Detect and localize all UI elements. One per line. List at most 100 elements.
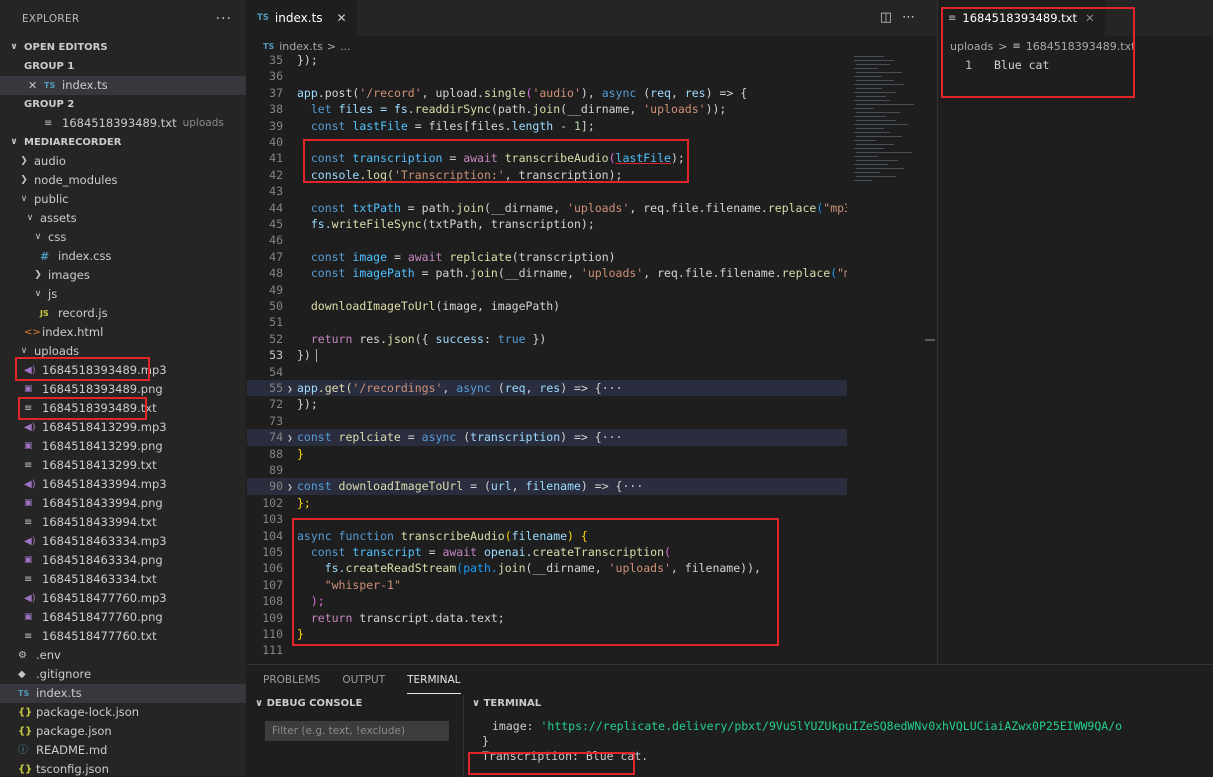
chevron-down-icon: ∨ <box>10 42 18 52</box>
text-file-icon: ≡ <box>24 574 33 585</box>
text-file-icon: ≡ <box>24 517 33 528</box>
split-editor-icon[interactable]: ◫ <box>880 10 902 25</box>
typescript-icon: TS <box>18 689 30 698</box>
folder-images[interactable]: ❯ images <box>0 266 246 285</box>
chevron-down-icon: ∨ <box>34 289 42 299</box>
file-index-ts[interactable]: TS index.ts <box>0 684 246 703</box>
html-file-icon: <> <box>24 327 41 338</box>
file-txt[interactable]: ≡ 1684518477760.txt <box>0 627 246 646</box>
folder-audio[interactable]: ❯ audio <box>0 152 246 171</box>
close-icon[interactable]: ✕ <box>337 11 347 25</box>
terminal-line: image: 'https://replicate.delivery/pbxt/… <box>492 719 1123 733</box>
group-1[interactable]: GROUP 1 <box>0 57 246 76</box>
tab-terminal[interactable]: TERMINAL <box>407 667 461 694</box>
file-mp3[interactable]: ◀) 1684518463334.mp3 <box>0 532 246 551</box>
folder-node-modules[interactable]: ❯ node_modules <box>0 171 246 190</box>
folder-assets[interactable]: ∨ assets <box>0 209 246 228</box>
file-txt[interactable]: ≡ 1684518433994.txt <box>0 513 246 532</box>
folder-css[interactable]: ∨ css <box>0 228 246 247</box>
debug-filter-input[interactable]: Filter (e.g. text, !exclude) <box>265 721 449 741</box>
code-line: 50 downloadImageToUrl(image, imagePath) <box>269 299 561 313</box>
terminal[interactable]: ∨ TERMINAL image: 'https://replicate.del… <box>463 695 1213 777</box>
tab-index-ts[interactable]: TS index.ts ✕ <box>247 0 357 36</box>
typescript-icon: TS <box>257 13 269 23</box>
image-file-icon: ▣ <box>24 612 33 622</box>
code-line-folded[interactable]: 55 ❯ app.get('/recordings', async (req, re… <box>247 380 847 397</box>
explorer-sidebar: EXPLORER ··· ∨ OPEN EDITORS GROUP 1 ✕ TS… <box>0 0 246 776</box>
file-mp3[interactable]: ◀) 1684518477760.mp3 <box>0 589 246 608</box>
file-record-js[interactable]: JS record.js <box>0 304 246 323</box>
code-line: 43 <box>269 184 283 199</box>
typescript-icon: TS <box>263 41 275 51</box>
text-cursor <box>315 349 317 363</box>
audio-file-icon: ◀) <box>24 536 36 547</box>
code-line: 37 app.post('/record', upload.single('aud… <box>269 85 748 100</box>
typescript-icon: TS <box>44 81 56 90</box>
open-editors-section[interactable]: ∨ OPEN EDITORS <box>0 38 246 57</box>
audio-file-icon: ◀) <box>24 422 36 433</box>
file-package-json[interactable]: {} package.json <box>0 722 246 741</box>
folder-public[interactable]: ∨ public <box>0 190 246 209</box>
minimap[interactable] <box>852 52 922 192</box>
file-png[interactable]: ▣ 1684518413299.png <box>0 437 246 456</box>
code-line: 39 const lastFile = files[files.length -… <box>269 118 595 133</box>
file-index-html[interactable]: <> index.html <box>0 323 246 342</box>
project-section[interactable]: ∨ MEDIARECORDER <box>0 133 246 152</box>
image-file-icon: ▣ <box>24 555 33 565</box>
more-actions-icon[interactable]: ··· <box>216 11 232 27</box>
file-tsconfig[interactable]: {} tsconfig.json <box>0 760 246 776</box>
open-editor-index-ts[interactable]: ✕ TS index.ts <box>0 76 246 95</box>
chevron-down-icon: ∨ <box>26 213 34 223</box>
terminal-title[interactable]: ∨ TERMINAL <box>464 695 1213 713</box>
group-2[interactable]: GROUP 2 <box>0 95 246 114</box>
file-index-css[interactable]: # index.css <box>0 247 246 266</box>
file-package-lock[interactable]: {} package-lock.json <box>0 703 246 722</box>
file-env[interactable]: ⚙ .env <box>0 646 246 665</box>
close-icon[interactable]: ✕ <box>28 76 40 95</box>
code-line: 46 <box>269 233 283 248</box>
text-file-icon: ≡ <box>24 631 33 642</box>
image-file-icon: ▣ <box>24 441 33 451</box>
code-line: 89 <box>269 463 283 477</box>
file-txt[interactable]: ≡ 1684518413299.txt <box>0 456 246 475</box>
debug-console: ∨ DEBUG CONSOLE Filter (e.g. text, !excl… <box>247 695 455 777</box>
editor-index-ts: TS index.ts ✕ ◫⋯ TS index.ts > ... 35});… <box>247 0 937 664</box>
chevron-right-icon: ❯ <box>20 156 28 166</box>
open-editor-txt[interactable]: ≡ 1684518393489.txt uploads <box>0 114 246 133</box>
code-line: 38 let files = fs.readdirSync(path.join(… <box>269 102 727 117</box>
json-file-icon: {} <box>18 707 33 718</box>
code-line: 102}; <box>262 495 311 510</box>
tab-problems[interactable]: PROBLEMS <box>263 667 320 693</box>
folder-js[interactable]: ∨ js <box>0 285 246 304</box>
debug-console-title[interactable]: ∨ DEBUG CONSOLE <box>247 695 455 713</box>
chevron-down-icon: ∨ <box>34 232 42 242</box>
terminal-line: } <box>482 734 489 748</box>
file-mp3[interactable]: ◀) 1684518413299.mp3 <box>0 418 246 437</box>
file-mp3[interactable]: ◀) 1684518433994.mp3 <box>0 475 246 494</box>
code-line: 51 <box>269 315 283 330</box>
more-actions-icon[interactable]: ⋯ <box>902 10 925 25</box>
bottom-panel: PROBLEMS OUTPUT TERMINAL ∨ DEBUG CONSOLE… <box>247 664 1213 777</box>
file-txt[interactable]: ≡ 1684518463334.txt <box>0 570 246 589</box>
explorer-title: EXPLORER <box>22 13 80 25</box>
code-area[interactable]: 35}); 36 37 app.post('/record', upload.si… <box>247 52 847 664</box>
highlight-transcribe-function <box>292 518 779 646</box>
scrollbar-marker[interactable] <box>925 339 935 341</box>
code-line-folded[interactable]: 90 ❯ const downloadImageToUrl = (url, file… <box>247 478 847 495</box>
code-line-folded[interactable]: 74 ❯ const replciate = async (transcriptio… <box>247 429 847 446</box>
file-readme[interactable]: ⓘ README.md <box>0 741 246 760</box>
file-gitignore[interactable]: ◆ .gitignore <box>0 665 246 684</box>
file-png[interactable]: ▣ 1684518463334.png <box>0 551 246 570</box>
chevron-right-icon: ❯ <box>34 270 42 280</box>
chevron-right-icon: > <box>326 39 337 53</box>
text-file-icon: ≡ <box>24 460 33 471</box>
tab-output[interactable]: OUTPUT <box>342 667 385 693</box>
audio-file-icon: ◀) <box>24 593 36 604</box>
json-file-icon: {} <box>18 726 33 737</box>
file-png[interactable]: ▣ 1684518433994.png <box>0 494 246 513</box>
editor-tabbar: TS index.ts ✕ ◫⋯ <box>247 0 937 36</box>
chevron-down-icon: ∨ <box>10 137 18 147</box>
gear-icon: ⚙ <box>18 650 27 661</box>
file-png[interactable]: ▣ 1684518477760.png <box>0 608 246 627</box>
code-line: 52 return res.json({ success: true }) <box>269 331 547 346</box>
